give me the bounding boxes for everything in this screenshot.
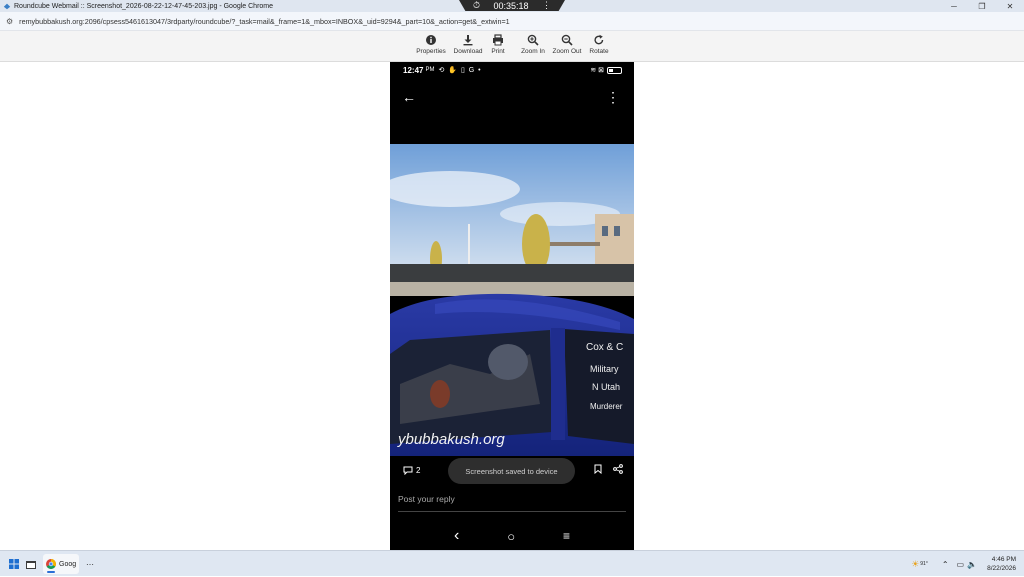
zoom-in-label: Zoom In <box>521 48 545 55</box>
clock-date: 8/22/2026 <box>987 565 1016 572</box>
active-indicator <box>47 571 55 573</box>
url-text[interactable]: remybubbakush.org:2096/cpsess5461613047/… <box>19 17 509 26</box>
battery-icon <box>607 66 622 74</box>
print-label: Print <box>491 48 505 55</box>
roundcube-icon <box>3 3 11 10</box>
phone-status-bar: 12:47 PM ⟲ ✋ ▯ G • ≋ ⊠ <box>390 62 634 78</box>
weather-widget[interactable]: ☀ 91° <box>911 559 928 570</box>
taskbar-clock[interactable]: 4:46 PM 8/22/2026 <box>987 555 1024 573</box>
window-title: Roundcube Webmail :: Screenshot_2026-08-… <box>14 2 274 10</box>
timer-value: 00:35:18 <box>493 0 529 11</box>
car-window-text-1: Cox & C <box>586 342 623 353</box>
taskbar-app-label: Goog <box>59 560 77 568</box>
viewer-toolbar: Properties Download Print Zoom In Zoom O… <box>0 31 1024 62</box>
system-tray: ☀ 91° ⌃ ▭ 🔈 4:46 PM 8/22/2026 <box>911 551 1024 577</box>
printer-icon <box>492 34 504 46</box>
screenshot-toast: Screenshot saved to device <box>448 458 575 484</box>
clock-time: 4:46 PM <box>991 556 1016 563</box>
zoom-in-icon <box>527 34 539 46</box>
windows-taskbar: Goog ⋯ ☀ 91° ⌃ ▭ 🔈 4:46 PM 8/22/2026 <box>0 550 1024 576</box>
stopwatch-icon: ⏱ <box>473 0 481 10</box>
phone-screenshot: 12:47 PM ⟲ ✋ ▯ G • ≋ ⊠ ← ⋮ ybubbakush.or… <box>390 62 634 550</box>
zoom-out-label: Zoom Out <box>552 48 582 55</box>
bookmark-icon[interactable] <box>594 464 602 474</box>
taskbar-chrome-app[interactable]: Goog <box>43 554 79 574</box>
status-icons: ⟲ ✋ ▯ G • <box>438 67 482 74</box>
properties-label: Properties <box>416 48 446 55</box>
post-actions: 2 Screenshot saved to device <box>390 456 634 486</box>
weather-icon: ☀ <box>911 558 920 569</box>
close-button[interactable]: ✕ <box>996 0 1024 12</box>
comment-icon <box>403 466 413 475</box>
show-hidden-icons-icon[interactable]: ⌃ <box>942 560 949 569</box>
more-options-icon[interactable]: ⋮ <box>606 89 620 106</box>
share-icon[interactable] <box>613 464 623 474</box>
timer-menu-icon[interactable]: ⋮ <box>542 0 551 11</box>
comment-count: 2 <box>416 466 421 475</box>
taskbar-overflow-button[interactable]: ⋯ <box>84 555 96 573</box>
comment-button[interactable]: 2 <box>403 466 420 475</box>
car-window-text-4: Murderer <box>590 402 623 411</box>
download-icon <box>462 34 474 46</box>
rotate-icon <box>593 34 605 46</box>
volume-icon[interactable]: 🔈 <box>967 560 977 569</box>
back-arrow-icon[interactable]: ← <box>402 89 416 105</box>
nav-recents-icon[interactable]: ≡ <box>563 529 570 543</box>
phone-ampm: PM <box>425 67 435 73</box>
android-nav-bar: ‹ ○ ≡ <box>390 522 634 550</box>
phone-time: 12:47 <box>403 65 424 75</box>
recording-timer[interactable]: ⏱ 00:35:18 ⋮ <box>459 0 565 11</box>
temperature: 91° <box>920 561 928 567</box>
minimize-button[interactable]: ─ <box>940 0 968 12</box>
zoom-out-icon <box>561 34 573 46</box>
download-button[interactable]: Download <box>452 34 484 60</box>
restore-button[interactable]: ❐ <box>968 0 996 12</box>
car-window-text-3: N Utah <box>592 382 620 392</box>
car-photo: ybubbakush.org Cox & C Military N Utah M… <box>390 144 634 456</box>
zoom-out-button[interactable]: Zoom Out <box>551 34 583 60</box>
rotate-label: Rotate <box>589 48 609 55</box>
reply-input[interactable]: Post your reply <box>398 494 626 512</box>
properties-button[interactable]: Properties <box>414 34 448 60</box>
rotate-button[interactable]: Rotate <box>587 34 611 60</box>
site-info-icon[interactable]: ⚙ <box>6 17 13 26</box>
car-door-text: ybubbakush.org <box>397 431 505 448</box>
address-bar[interactable]: ⚙ remybubbakush.org:2096/cpsess546161304… <box>0 12 1024 31</box>
signal-icon: ≋ ⊠ <box>590 67 604 74</box>
download-label: Download <box>453 48 483 55</box>
info-icon <box>425 34 437 46</box>
nav-home-icon[interactable]: ○ <box>507 529 515 544</box>
print-button[interactable]: Print <box>488 34 508 60</box>
zoom-in-button[interactable]: Zoom In <box>519 34 547 60</box>
chrome-icon <box>46 559 56 569</box>
windows-start-icon[interactable] <box>7 555 21 573</box>
car-window-text-2: Military <box>590 364 619 374</box>
file-explorer-icon[interactable] <box>24 555 38 573</box>
nav-back-icon[interactable]: ‹ <box>454 527 459 545</box>
network-icon[interactable]: ▭ <box>957 560 965 569</box>
